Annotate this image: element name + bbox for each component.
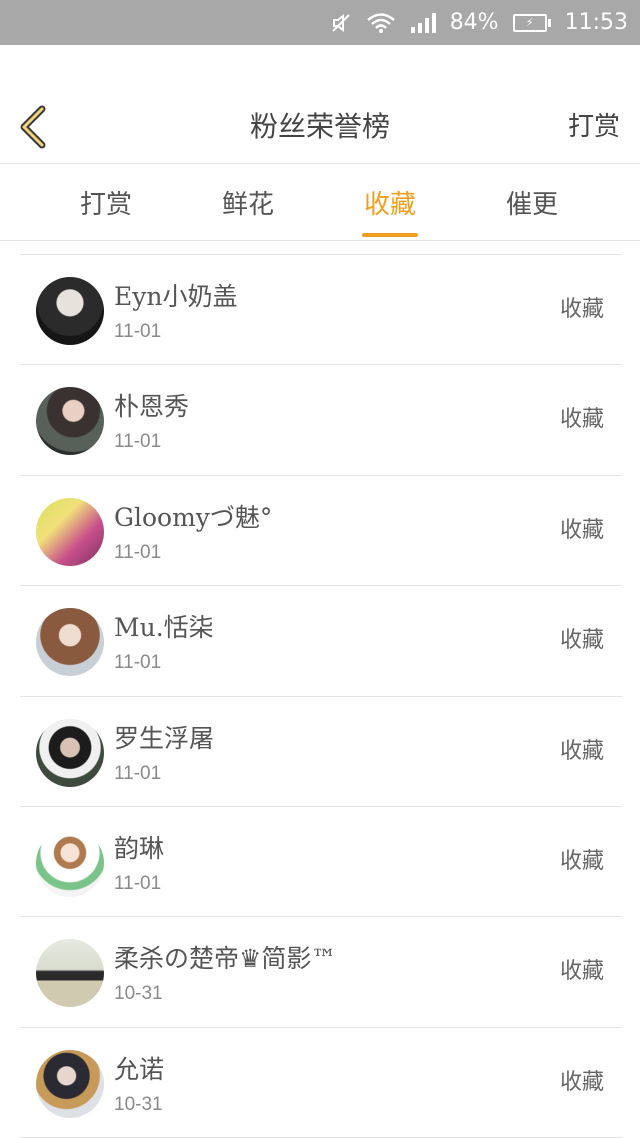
tab-bar: 打赏 鲜花 收藏 催更: [0, 165, 640, 241]
nav-bar: 粉丝荣誉榜 打赏: [0, 90, 640, 164]
fan-name: 允诺: [114, 1054, 165, 1084]
status-bar: 84% ⚡ 11:53: [0, 0, 640, 45]
list-item[interactable]: Gloomyづ魅° 11-01 收藏: [20, 476, 622, 587]
list-item[interactable]: 罗生浮屠 11-01 收藏: [20, 697, 622, 807]
tab-label: 鲜花: [221, 190, 274, 220]
tab-tip[interactable]: 打赏: [56, 165, 156, 241]
fan-action: 收藏: [559, 848, 604, 874]
avatar: [36, 828, 104, 897]
list-item[interactable]: Eyn小奶盖 11-01 收藏: [20, 255, 622, 366]
fan-action: 收藏: [559, 959, 604, 985]
fan-name: Mu.恬柒: [114, 613, 214, 643]
fan-date: 11-01: [114, 431, 162, 453]
page-title: 粉丝荣誉榜: [249, 110, 390, 143]
tab-label: 催更: [505, 190, 558, 220]
battery-percent: 84%: [449, 10, 499, 35]
fan-name: Eyn小奶盖: [114, 282, 238, 311]
avatar: [36, 1049, 104, 1118]
avatar: [36, 718, 104, 787]
tab-label: 收藏: [363, 190, 416, 220]
list-item[interactable]: 允诺 10-31 收藏: [20, 1028, 622, 1138]
fan-date: 11-01: [114, 321, 162, 342]
fan-action: 收藏: [559, 517, 604, 543]
spacer: [0, 45, 640, 90]
fan-name: 罗生浮屠: [114, 723, 215, 753]
fan-action: 收藏: [559, 628, 604, 654]
tip-button[interactable]: 打赏: [568, 90, 620, 164]
fan-date: 11-01: [114, 652, 162, 674]
tab-favorites[interactable]: 收藏: [340, 165, 440, 241]
avatar: [36, 277, 104, 345]
signal-icon: [410, 12, 436, 34]
fan-date: 10-31: [114, 983, 163, 1005]
avatar: [36, 939, 104, 1008]
fan-date: 11-01: [114, 872, 162, 894]
fan-action: 收藏: [559, 407, 604, 433]
fan-name: 朴恩秀: [114, 392, 190, 422]
fan-name: 柔杀の楚帝♛简影™: [114, 944, 337, 974]
list-item[interactable]: 韵琳 11-01 收藏: [20, 807, 622, 918]
avatar: [36, 387, 104, 456]
mute-icon: [330, 12, 352, 34]
clock: 11:53: [564, 10, 628, 35]
fan-date: 11-01: [114, 762, 162, 784]
active-tab-indicator: [362, 233, 418, 237]
wifi-icon: [366, 12, 396, 34]
avatar: [36, 497, 104, 566]
list-item[interactable]: 柔杀の楚帝♛简影™ 10-31 收藏: [20, 917, 622, 1028]
list-item[interactable]: 朴恩秀 11-01 收藏: [20, 365, 622, 476]
fan-action: 收藏: [559, 738, 604, 764]
list-item[interactable]: Mu.恬柒 11-01 收藏: [20, 586, 622, 697]
fan-name: Gloomyづ魅°: [114, 502, 273, 532]
tab-urge-update[interactable]: 催更: [482, 165, 582, 241]
fan-date: 10-31: [114, 1093, 163, 1115]
avatar: [36, 608, 104, 677]
battery-charging-icon: ⚡: [512, 13, 551, 32]
fan-action: 收藏: [559, 297, 604, 322]
tab-label: 打赏: [79, 190, 132, 220]
fan-name: 韵琳: [114, 833, 165, 863]
tab-flowers[interactable]: 鲜花: [198, 165, 298, 241]
fan-action: 收藏: [559, 1069, 604, 1095]
fan-date: 11-01: [114, 541, 162, 563]
fan-list: Eyn小奶盖 11-01 收藏 朴恩秀 11-01 收藏 Gloomyづ魅° 1…: [20, 254, 622, 1138]
